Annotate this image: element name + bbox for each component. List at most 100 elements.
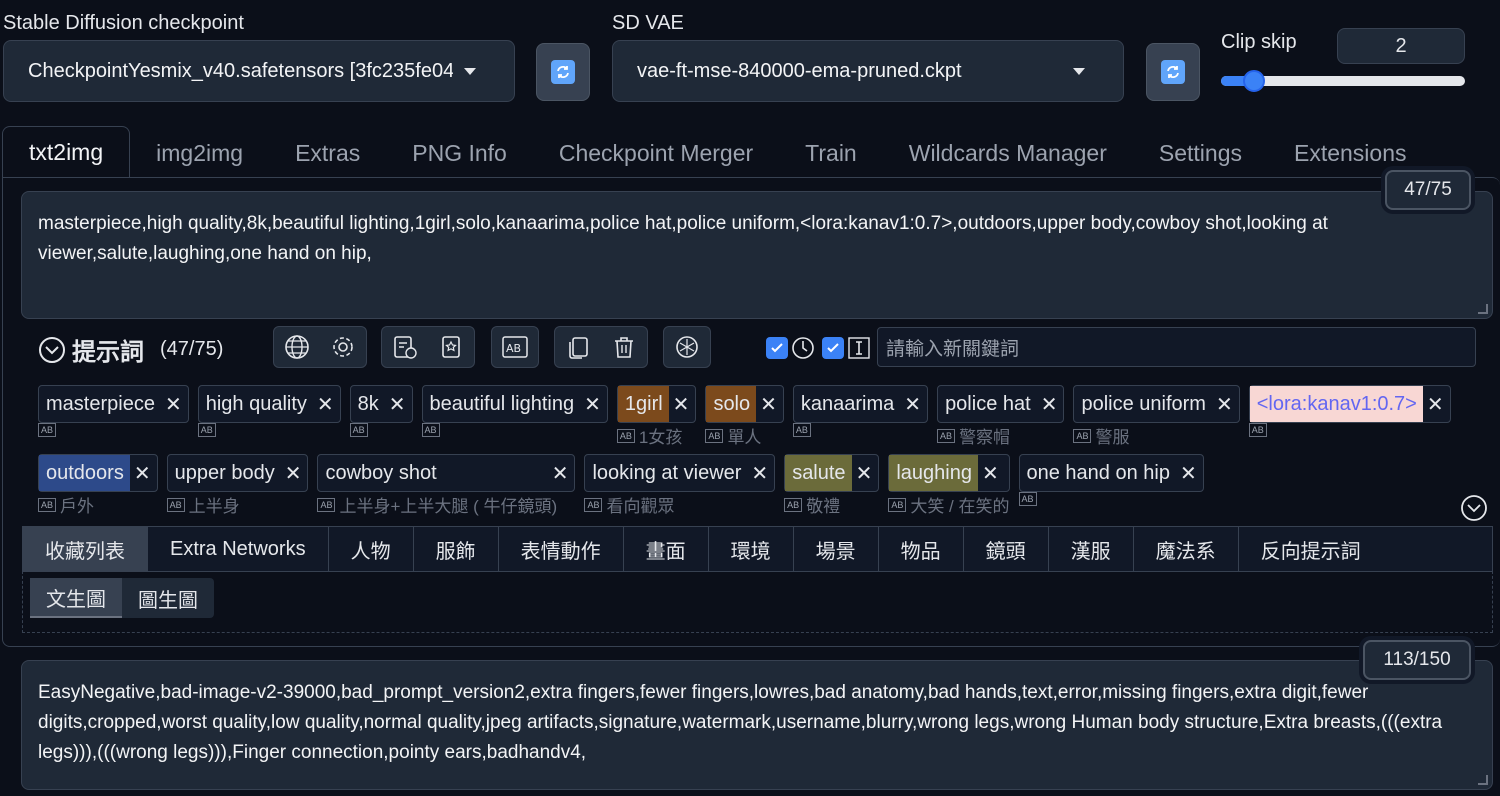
close-icon[interactable]: ✕ <box>900 392 927 417</box>
expand-icon[interactable] <box>1460 494 1488 522</box>
subtab[interactable]: 文生圖 <box>30 578 122 618</box>
tag-chip[interactable]: kanaarima ✕ <box>792 385 929 423</box>
translate-icon[interactable]: AB <box>705 428 724 443</box>
negative-prompt-textarea[interactable]: EasyNegative,bad-image-v2-39000,bad_prom… <box>21 660 1493 790</box>
resize-handle[interactable] <box>1478 304 1488 314</box>
globe-icon[interactable] <box>284 334 310 360</box>
tag-text: 8k <box>357 392 379 415</box>
close-icon[interactable]: ✕ <box>1176 461 1203 486</box>
close-icon[interactable]: ✕ <box>978 461 1005 486</box>
vae-label: SD VAE <box>612 12 684 34</box>
close-icon[interactable]: ✕ <box>747 461 774 486</box>
translate-icon[interactable]: AB <box>501 334 529 360</box>
clip-skip-slider-thumb[interactable] <box>1242 70 1265 92</box>
tab-settings[interactable]: Settings <box>1133 128 1268 178</box>
close-icon[interactable]: ✕ <box>580 392 607 417</box>
translate-icon[interactable]: AB <box>1073 428 1092 443</box>
bookmark-icon[interactable] <box>438 334 464 360</box>
close-icon[interactable]: ✕ <box>130 461 157 486</box>
translate-icon[interactable]: AB <box>166 497 185 512</box>
translate-icon[interactable]: AB <box>1248 423 1267 437</box>
tab-checkpoint-merger[interactable]: Checkpoint Merger <box>533 128 779 178</box>
translate-icon[interactable]: AB <box>616 428 635 443</box>
copy-icon[interactable] <box>565 334 591 360</box>
category-tab[interactable]: 畫面 <box>624 527 709 571</box>
tag-chip[interactable]: masterpiece ✕ <box>38 385 189 423</box>
tag-chip[interactable]: police hat ✕ <box>937 385 1065 423</box>
close-icon[interactable]: ✕ <box>1423 392 1450 417</box>
category-tab[interactable]: 反向提示詞 <box>1239 527 1383 571</box>
tag-chip[interactable]: looking at viewer ✕ <box>584 454 776 492</box>
category-tab[interactable]: 收藏列表 <box>23 527 148 571</box>
translate-icon[interactable]: AB <box>784 497 803 512</box>
vae-dropdown[interactable]: vae-ft-mse-840000-ema-pruned.ckpt <box>612 40 1124 102</box>
tag-chip[interactable]: salute ✕ <box>784 454 880 492</box>
subtab[interactable]: 圖生圖 <box>122 578 214 618</box>
trash-icon[interactable] <box>611 334 637 360</box>
category-tab[interactable]: 表情動作 <box>499 527 624 571</box>
tag-chip[interactable]: laughing ✕ <box>888 454 1010 492</box>
close-icon[interactable]: ✕ <box>385 392 412 417</box>
tab-txt2img[interactable]: txt2img <box>2 126 131 178</box>
tag-panel-header[interactable]: 提示詞 (47/75) <box>38 332 223 367</box>
translate-icon[interactable]: AB <box>317 497 336 512</box>
close-icon[interactable]: ✕ <box>1212 392 1239 417</box>
checkpoint-refresh-button[interactable] <box>536 43 590 101</box>
vae-refresh-button[interactable] <box>1146 43 1200 101</box>
tag-chip[interactable]: <lora:kanav1:0.7> ✕ <box>1248 385 1451 423</box>
tag-chip[interactable]: 1girl ✕ <box>616 385 697 423</box>
category-tab[interactable]: 魔法系 <box>1134 527 1239 571</box>
collapse-icon[interactable] <box>38 336 66 364</box>
category-tab[interactable]: 漢服 <box>1049 527 1134 571</box>
category-tab[interactable]: 鏡頭 <box>964 527 1049 571</box>
new-keyword-input[interactable]: 請輸入新關鍵詞 <box>877 327 1476 367</box>
category-tab[interactable]: 物品 <box>879 527 964 571</box>
translate-icon[interactable]: AB <box>349 423 368 437</box>
translate-icon[interactable]: AB <box>584 497 603 512</box>
tag-chip[interactable]: upper body ✕ <box>166 454 309 492</box>
tag-chip[interactable]: cowboy shot ✕ <box>317 454 576 492</box>
tab-img2img[interactable]: img2img <box>130 128 269 178</box>
translate-icon[interactable]: AB <box>421 423 440 437</box>
tag-chip[interactable]: 8k ✕ <box>349 385 413 423</box>
translate-icon[interactable]: AB <box>197 423 216 437</box>
translate-icon[interactable]: AB <box>1018 492 1037 506</box>
close-icon[interactable]: ✕ <box>313 392 340 417</box>
close-icon[interactable]: ✕ <box>852 461 879 486</box>
tag-chip[interactable]: police uniform ✕ <box>1073 385 1240 423</box>
close-icon[interactable]: ✕ <box>548 461 575 486</box>
category-tab[interactable]: 環境 <box>709 527 794 571</box>
translate-icon[interactable]: AB <box>792 423 811 437</box>
prompt-textarea[interactable]: masterpiece,high quality,8k,beautiful li… <box>21 191 1493 319</box>
category-tab[interactable]: 人物 <box>329 527 414 571</box>
category-tab[interactable]: 服飾 <box>414 527 499 571</box>
openai-icon[interactable] <box>674 334 700 360</box>
tab-png-info[interactable]: PNG Info <box>386 128 533 178</box>
close-icon[interactable]: ✕ <box>756 392 783 417</box>
tab-extras[interactable]: Extras <box>269 128 386 178</box>
translate-icon[interactable]: AB <box>38 423 56 437</box>
tag-chip[interactable]: high quality ✕ <box>197 385 341 423</box>
translate-icon[interactable]: AB <box>937 428 956 443</box>
close-icon[interactable]: ✕ <box>161 392 188 417</box>
tag-chip[interactable]: beautiful lighting ✕ <box>421 385 608 423</box>
tag-chip[interactable]: one hand on hip ✕ <box>1018 454 1204 492</box>
tag-chip[interactable]: solo ✕ <box>705 385 784 423</box>
auto-format-checkbox[interactable] <box>822 337 844 359</box>
checkpoint-dropdown[interactable]: CheckpointYesmix_v40.safetensors [3fc235… <box>3 40 515 102</box>
close-icon[interactable]: ✕ <box>669 392 696 417</box>
auto-translate-checkbox[interactable] <box>766 337 788 359</box>
translate-icon[interactable]: AB <box>38 497 56 512</box>
close-icon[interactable]: ✕ <box>1037 392 1064 417</box>
category-tab[interactable]: 場景 <box>794 527 879 571</box>
clip-skip-input[interactable]: 2 <box>1337 28 1465 64</box>
resize-handle[interactable] <box>1478 775 1488 785</box>
tag-chip[interactable]: outdoors ✕ <box>38 454 158 492</box>
history-icon[interactable] <box>392 334 418 360</box>
tab-wildcards-manager[interactable]: Wildcards Manager <box>883 128 1133 178</box>
category-tab[interactable]: Extra Networks <box>148 527 329 571</box>
translate-icon[interactable]: AB <box>888 497 907 512</box>
close-icon[interactable]: ✕ <box>281 461 308 486</box>
tab-train[interactable]: Train <box>779 128 883 178</box>
gear-icon[interactable] <box>330 334 356 360</box>
